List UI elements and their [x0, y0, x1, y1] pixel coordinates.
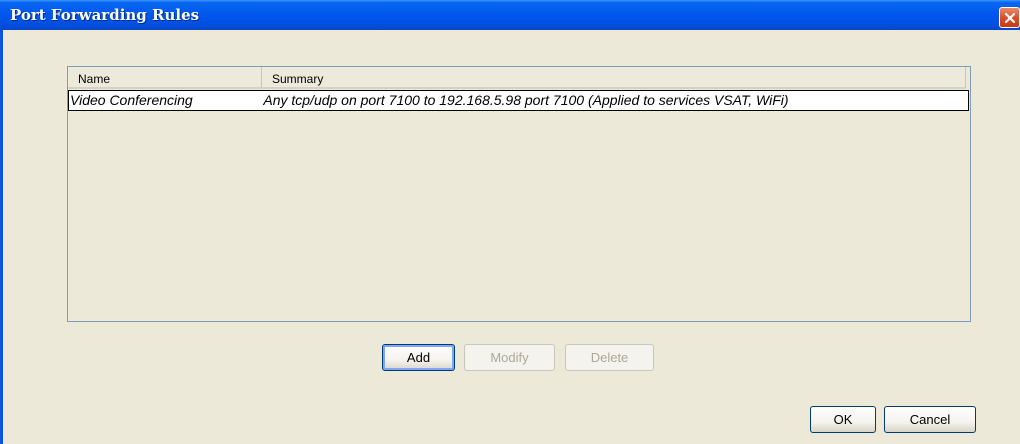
- delete-button[interactable]: Delete: [565, 344, 654, 371]
- column-header-summary[interactable]: Summary: [262, 67, 966, 89]
- cell-rule-name: Video Conferencing: [70, 92, 193, 108]
- window-title: Port Forwarding Rules: [10, 6, 200, 24]
- add-button[interactable]: Add: [382, 344, 455, 371]
- ok-button[interactable]: OK: [810, 406, 876, 433]
- close-button[interactable]: [999, 7, 1020, 28]
- table-body: Video Conferencing Any tcp/udp on port 7…: [68, 90, 970, 111]
- dialog-window: Port Forwarding Rules Name Summary Video…: [0, 0, 1020, 444]
- dialog-content: Name Summary Video Conferencing Any tcp/…: [3, 30, 1020, 444]
- modify-button[interactable]: Modify: [464, 344, 555, 371]
- title-bar[interactable]: Port Forwarding Rules: [0, 0, 1020, 30]
- table-row[interactable]: Video Conferencing Any tcp/udp on port 7…: [68, 90, 969, 111]
- column-header-name[interactable]: Name: [68, 67, 262, 89]
- cancel-button[interactable]: Cancel: [884, 406, 976, 433]
- rules-table: Name Summary Video Conferencing Any tcp/…: [67, 66, 971, 322]
- cell-rule-summary: Any tcp/udp on port 7100 to 192.168.5.98…: [263, 92, 789, 108]
- close-icon: [1004, 12, 1015, 23]
- table-header: Name Summary: [68, 67, 966, 89]
